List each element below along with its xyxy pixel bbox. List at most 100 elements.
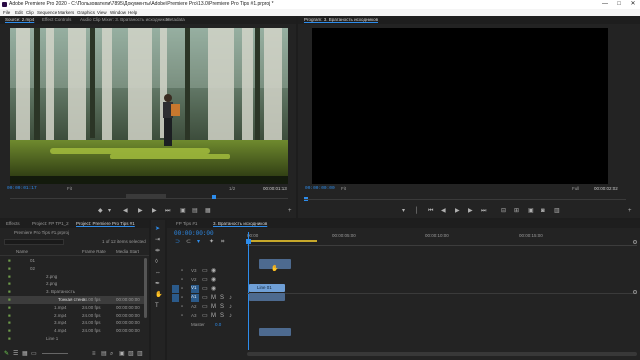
source-resolution[interactable]: 1/2: [229, 186, 235, 191]
insert-icon[interactable]: ▣: [180, 208, 186, 214]
timeline-ruler[interactable]: 00:00 00:00:05:00 00:00:10:00 00:00:15:0…: [247, 232, 637, 246]
extract-icon[interactable]: ⊞: [514, 208, 519, 214]
track-label[interactable]: V2: [191, 277, 197, 282]
icon-view-icon[interactable]: ▦: [22, 351, 28, 357]
timeline-horizontal-scrollbar[interactable]: [247, 352, 637, 356]
tab-sequence-active[interactable]: 3. Вратаность исходников: [213, 220, 267, 228]
snap-icon[interactable]: ⊃: [175, 239, 180, 245]
zoom-handle-mid[interactable]: [633, 290, 637, 294]
program-mark-out-icon[interactable]: │: [415, 208, 419, 214]
menu-markers[interactable]: Markers: [58, 9, 74, 16]
timeline-timecode[interactable]: 00:00:00:00: [174, 230, 214, 237]
sync-lock-icon[interactable]: ▭: [202, 313, 208, 319]
tab-project-tips[interactable]: Project: Premiere Pro Tips #1: [76, 220, 135, 228]
microphone-icon[interactable]: ♪: [229, 304, 232, 310]
linked-selection-icon[interactable]: ⊂: [186, 239, 191, 245]
playhead-handle[interactable]: [246, 239, 251, 244]
step-back-icon[interactable]: ◀: [123, 208, 128, 214]
column-name[interactable]: Name: [16, 248, 28, 256]
track-label[interactable]: A2: [191, 304, 197, 309]
mark-out-icon[interactable]: ▾: [108, 208, 111, 214]
trash-icon[interactable]: ▥: [137, 351, 143, 357]
tab-sequence-fp[interactable]: FP Tips #1: [176, 220, 197, 228]
clip-v1-selected[interactable]: Line 01: [249, 284, 285, 292]
lock-icon[interactable]: ▫: [181, 304, 183, 310]
clip-bottom[interactable]: [259, 328, 291, 336]
sync-lock-icon[interactable]: ▭: [202, 295, 208, 301]
razor-tool-icon[interactable]: ◊: [155, 259, 158, 265]
selection-tool-icon[interactable]: ➤: [155, 226, 160, 232]
sort-icon[interactable]: ≡: [92, 351, 96, 357]
menu-window[interactable]: Window: [110, 9, 126, 16]
list-item[interactable]: ■ 2.png: [0, 280, 145, 288]
column-frame-rate[interactable]: Frame Rate: [82, 248, 106, 256]
work-area-bar[interactable]: [251, 240, 317, 242]
menu-help[interactable]: Help: [128, 9, 137, 16]
hand-tool-icon[interactable]: ✋: [155, 292, 162, 298]
master-volume[interactable]: 0.0: [215, 322, 221, 327]
program-timecode[interactable]: 00:00:00:00: [305, 186, 335, 191]
list-item[interactable]: ■ 4.mp4 24.00 fps 00:00:00:00: [0, 327, 145, 335]
zoom-slider[interactable]: [42, 353, 68, 354]
ripple-edit-icon[interactable]: ⇹: [155, 248, 160, 254]
automate-icon[interactable]: ▤: [101, 351, 107, 357]
camera-icon[interactable]: ◙: [541, 208, 545, 214]
captions-icon[interactable]: ⌗: [221, 239, 224, 245]
menu-graphics[interactable]: Graphics: [77, 9, 95, 16]
program-go-out-icon[interactable]: ⏭: [481, 208, 486, 214]
slip-tool-icon[interactable]: ⇔: [155, 270, 161, 276]
list-item-selected[interactable]: ■ Тонкая стена 24.00 fps 00:00:00:00: [0, 296, 145, 304]
mute-icon[interactable]: M: [211, 304, 216, 310]
menu-edit[interactable]: Edit: [15, 9, 23, 16]
source-fit-dropdown[interactable]: Fit: [67, 186, 72, 191]
sync-lock-icon[interactable]: ▭: [202, 268, 208, 274]
list-item[interactable]: ■ Line 1: [0, 335, 145, 343]
menu-sequence[interactable]: Sequence: [37, 9, 57, 16]
sync-lock-icon[interactable]: ▭: [202, 277, 208, 283]
lock-icon[interactable]: ▫: [181, 295, 183, 301]
list-item[interactable]: ■ 01: [0, 257, 145, 265]
project-search-input[interactable]: [4, 239, 64, 245]
eye-icon[interactable]: ◉: [211, 268, 216, 274]
source-time-ruler[interactable]: [10, 198, 288, 199]
program-mark-in-icon[interactable]: ▾: [402, 208, 405, 214]
tab-project-fp[interactable]: Project: FP TP1_2: [32, 220, 69, 228]
microphone-icon[interactable]: ♪: [229, 295, 232, 301]
program-play-icon[interactable]: ▶: [455, 208, 460, 214]
source-patch-v1[interactable]: [172, 285, 179, 293]
tab-audio-clip-mixer[interactable]: Audio Clip Mixer: 3. Вратаность исходник…: [80, 16, 169, 24]
lock-icon[interactable]: ▫: [181, 286, 183, 292]
export-frame-icon[interactable]: ▦: [205, 208, 211, 214]
list-item[interactable]: ■ 2.png: [0, 273, 145, 281]
lock-icon[interactable]: ▫: [181, 268, 183, 274]
freeform-view-icon[interactable]: ▭: [31, 351, 37, 357]
mute-icon[interactable]: M: [211, 313, 216, 319]
program-step-back-icon[interactable]: ◀: [441, 208, 446, 214]
close-button[interactable]: ✕: [626, 0, 640, 9]
source-playhead[interactable]: [212, 195, 216, 199]
new-bin-icon[interactable]: ▣: [119, 351, 125, 357]
list-view-icon[interactable]: ☰: [13, 351, 18, 357]
clip-a1[interactable]: [249, 293, 285, 301]
overwrite-icon[interactable]: ▤: [192, 208, 198, 214]
lock-icon[interactable]: ▫: [181, 277, 183, 283]
list-item[interactable]: ■ 1.mp4 24.00 fps 00:00:00:00: [0, 304, 145, 312]
lock-icon[interactable]: ▫: [181, 313, 183, 319]
wrench-icon[interactable]: ✦: [209, 239, 214, 245]
source-add-button-icon[interactable]: +: [288, 208, 292, 214]
lift-icon[interactable]: ⊟: [501, 208, 506, 214]
zoom-handle-top[interactable]: [633, 240, 637, 244]
track-label[interactable]: A1: [191, 294, 199, 302]
track-label[interactable]: A3: [191, 313, 197, 318]
source-timecode[interactable]: 00:00:01:17: [7, 186, 37, 191]
sync-lock-icon[interactable]: ▭: [202, 286, 208, 292]
tab-program[interactable]: Program: 3. Вратаность исходников: [304, 16, 378, 24]
solo-icon[interactable]: S: [220, 313, 224, 319]
tab-metadata[interactable]: Metadata: [166, 16, 185, 24]
program-resolution[interactable]: Full: [572, 186, 579, 191]
track-label[interactable]: V1: [191, 285, 199, 293]
play-icon[interactable]: ▶: [138, 208, 143, 214]
mute-icon[interactable]: M: [211, 295, 216, 301]
eye-icon[interactable]: ◉: [211, 286, 216, 292]
list-item[interactable]: ■ 02: [0, 265, 145, 273]
